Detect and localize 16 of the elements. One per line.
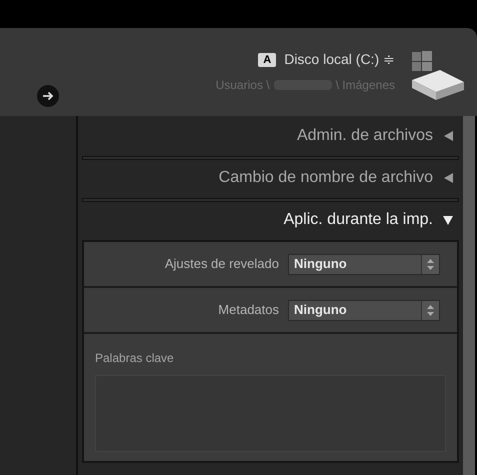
setting-label: Palabras clave [95,350,174,367]
dropdown[interactable]: Ninguno [288,300,440,320]
dropdown[interactable]: Ninguno [288,254,440,274]
expand-triangle-icon[interactable] [443,131,453,141]
stepper-icon [427,304,434,316]
stepper-icon [427,258,434,270]
scrollbar[interactable] [463,116,475,475]
setting-label: Metadatos [218,301,279,320]
setting-label: Ajustes de revelado [164,255,279,274]
section-header[interactable]: Aplic. durante la imp. [284,208,433,232]
section-header[interactable]: Cambio de nombre de archivo [218,166,433,190]
drive-selector[interactable]: Disco local (C:) ≑ [284,49,395,70]
section-header[interactable]: Admin. de archivos [296,124,433,148]
expand-triangle-icon[interactable] [443,173,453,183]
collapse-triangle-icon[interactable] [443,215,453,225]
drive-letter-badge: A [258,52,276,66]
